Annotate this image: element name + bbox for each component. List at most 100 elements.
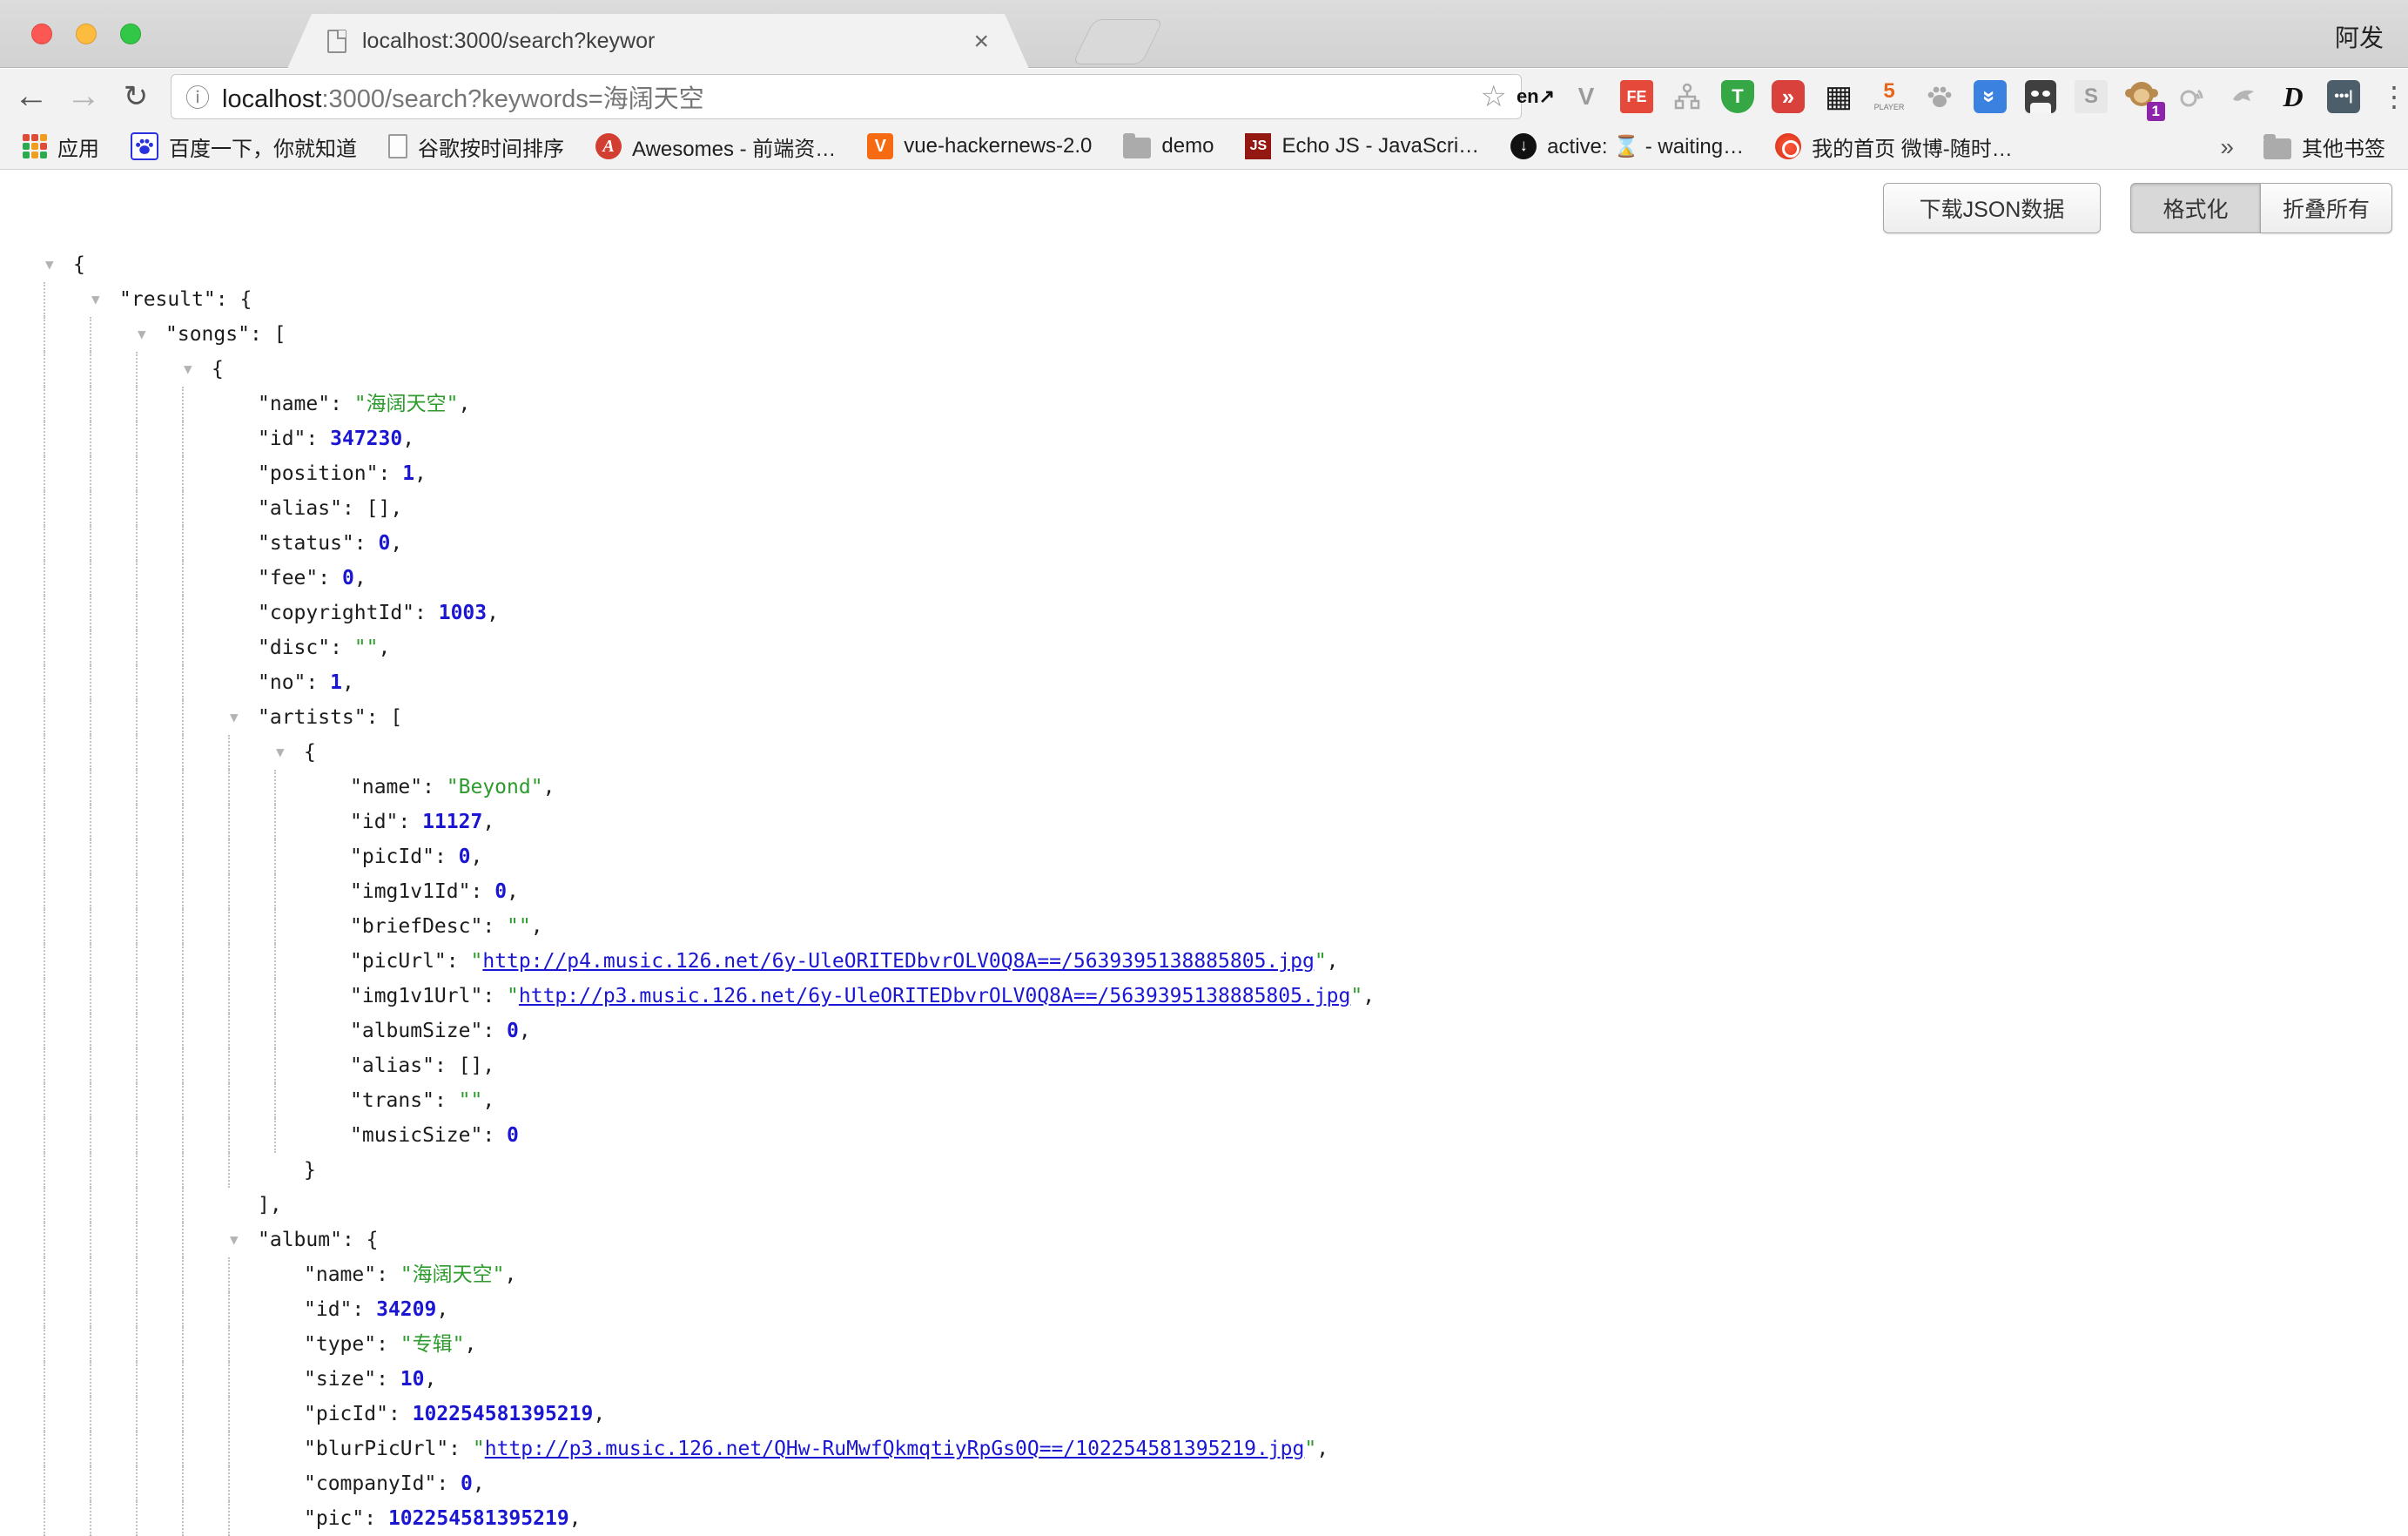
close-window-button[interactable] <box>31 24 52 44</box>
collapse-triangle-icon[interactable]: ▼ <box>230 1223 239 1257</box>
bookmark-item-2[interactable]: 谷歌按时间排序 <box>388 131 564 162</box>
collapse-all-button[interactable]: 折叠所有 <box>2260 183 2392 233</box>
bookmark-item-5[interactable]: demo <box>1123 134 1214 158</box>
json-punct: { <box>73 253 85 276</box>
collapse-triangle-icon[interactable]: ▼ <box>138 317 146 352</box>
indent-guide <box>182 1397 228 1432</box>
indent-guide <box>274 909 320 944</box>
zoom-window-button[interactable] <box>120 24 141 44</box>
json-string: "海阔天空" <box>354 393 459 415</box>
sitemap-extension-icon[interactable] <box>1662 72 1712 121</box>
json-line-code: { <box>73 247 85 282</box>
translate-extension-icon[interactable]: en↗ <box>1510 72 1561 121</box>
minimize-window-button[interactable] <box>76 24 97 44</box>
fast-forward-extension-icon[interactable]: » <box>1763 72 1813 121</box>
bookmark-item-7[interactable]: ↓active: ⌛ - waiting… <box>1510 133 1744 159</box>
proxy-dots-extension-icon[interactable]: •••| <box>2318 72 2369 121</box>
indent-slot <box>320 979 350 1014</box>
collapse-triangle-icon[interactable]: ▼ <box>276 735 285 770</box>
indent-guide <box>90 1466 136 1501</box>
indent-slot <box>274 1397 304 1432</box>
other-bookmarks-folder[interactable]: 其他书签 <box>2263 131 2385 162</box>
indent-slot <box>228 561 258 596</box>
json-punct: : [], <box>434 1054 494 1077</box>
ear-waves-extension-icon[interactable] <box>2167 72 2217 121</box>
bookmark-item-6[interactable]: JSEcho JS - JavaScri… <box>1245 133 1479 159</box>
translate-extension-icon-glyph: en↗ <box>1517 80 1555 113</box>
json-punct: , <box>402 428 414 450</box>
json-line: "fee": 0, <box>0 561 2408 596</box>
tab-close-icon[interactable]: × <box>973 29 989 55</box>
back-button[interactable]: ← <box>7 69 56 124</box>
json-line: "position": 1, <box>0 456 2408 491</box>
json-number: 0 <box>342 567 354 589</box>
browser-tab[interactable]: localhost:3000/search?keywor × <box>287 14 1029 69</box>
json-punct: , <box>531 915 543 938</box>
qr-code-extension-icon[interactable]: ▦ <box>1813 72 1864 121</box>
chevrons-down-extension-icon[interactable]: » <box>1965 72 2015 121</box>
json-link[interactable]: http://p4.music.126.net/6y-UleORITEDbvrO… <box>482 950 1314 973</box>
bookmark-item-0[interactable]: 应用 <box>23 131 99 162</box>
indent-slot <box>228 596 258 630</box>
bookmarks-overflow-chevron-icon[interactable]: » <box>2220 133 2234 161</box>
bookmark-star-icon[interactable]: ☆ <box>1481 79 1507 114</box>
qr-code-extension-icon-glyph: ▦ <box>1822 80 1855 113</box>
indent-guide <box>136 352 182 387</box>
json-punct: : <box>482 1020 507 1042</box>
new-tab-button[interactable] <box>1072 19 1163 64</box>
json-line-code: ], <box>258 1188 282 1223</box>
fe-toolbox-icon[interactable]: FE <box>1611 72 1662 121</box>
json-key: "companyId" <box>304 1472 436 1495</box>
collapse-triangle-icon[interactable]: ▼ <box>91 282 100 317</box>
indent-guide <box>136 1466 182 1501</box>
mask-extension-icon[interactable] <box>2015 72 2066 121</box>
indent-guide <box>44 735 90 770</box>
json-punct: : <box>352 1298 376 1321</box>
bookmark-items: 应用 百度一下，你就知道谷歌按时间排序 AAwesomes - 前端资… Vvue-h… <box>23 131 2044 162</box>
indent-guide <box>44 665 90 700</box>
indent-guide <box>90 805 136 839</box>
bookmark-item-4[interactable]: Vvue-hackernews-2.0 <box>867 133 1092 159</box>
json-link[interactable]: http://p3.music.126.net/6y-UleORITEDbvrO… <box>519 985 1350 1007</box>
html5-player-extension-icon[interactable]: 5PLAYER <box>1864 72 1914 121</box>
page-info-icon[interactable]: ⓘ <box>185 79 210 114</box>
json-string: "" <box>507 915 531 938</box>
hummingbird-extension-icon[interactable] <box>2217 72 2268 121</box>
address-bar[interactable]: ⓘ localhost:3000/search?keywords=海阔天空 ☆ <box>171 74 1522 119</box>
json-link[interactable]: http://p3.music.126.net/QHw-RuMwfQkmqtiy… <box>485 1438 1305 1460</box>
json-punct: : <box>376 1333 400 1356</box>
collapse-toggle: ▼ <box>136 317 165 352</box>
vue-devtools-icon[interactable]: V <box>1561 72 1611 121</box>
bookmark-item-1[interactable]: 百度一下，你就知道 <box>131 131 357 162</box>
json-line-code: "id": 347230, <box>258 421 414 456</box>
collapse-triangle-icon[interactable]: ▼ <box>45 247 54 282</box>
forward-button[interactable]: → <box>59 69 108 124</box>
collapse-triangle-icon[interactable]: ▼ <box>230 700 239 735</box>
json-key: "albumSize" <box>350 1020 482 1042</box>
json-string: "" <box>459 1089 483 1112</box>
indent-guide <box>44 1292 90 1327</box>
json-key: "picId" <box>304 1403 388 1425</box>
indent-guide <box>90 1327 136 1362</box>
indent-slot <box>274 1327 304 1362</box>
shiny-s-extension-icon[interactable]: S <box>2066 72 2116 121</box>
download-json-button[interactable]: 下载JSON数据 <box>1883 183 2101 233</box>
json-punct: : <box>414 602 439 624</box>
bookmark-item-8[interactable]: 我的首页 微博-随时… <box>1775 131 2013 162</box>
format-button[interactable]: 格式化 <box>2130 183 2261 233</box>
tampermonkey-monkey-icon[interactable]: 1 <box>2116 72 2167 121</box>
json-key: "position" <box>258 462 378 485</box>
json-line-code: { <box>212 352 224 387</box>
json-punct: { <box>212 358 224 381</box>
reload-button[interactable]: ↻ <box>111 69 160 124</box>
bookmark-item-3[interactable]: AAwesomes - 前端资… <box>595 131 836 162</box>
browser-menu-icon[interactable]: ⋮ <box>2369 72 2408 121</box>
indent-guide <box>90 317 136 352</box>
stylized-d-extension-icon[interactable]: D <box>2268 72 2318 121</box>
indent-guide <box>274 874 320 909</box>
profile-name[interactable]: 阿发 <box>2335 19 2384 54</box>
tampermonkey-shield-icon[interactable]: T <box>1712 72 1763 121</box>
paw-extension-icon[interactable] <box>1914 72 1965 121</box>
json-line: "id": 11127, <box>0 805 2408 839</box>
collapse-triangle-icon[interactable]: ▼ <box>184 352 192 387</box>
